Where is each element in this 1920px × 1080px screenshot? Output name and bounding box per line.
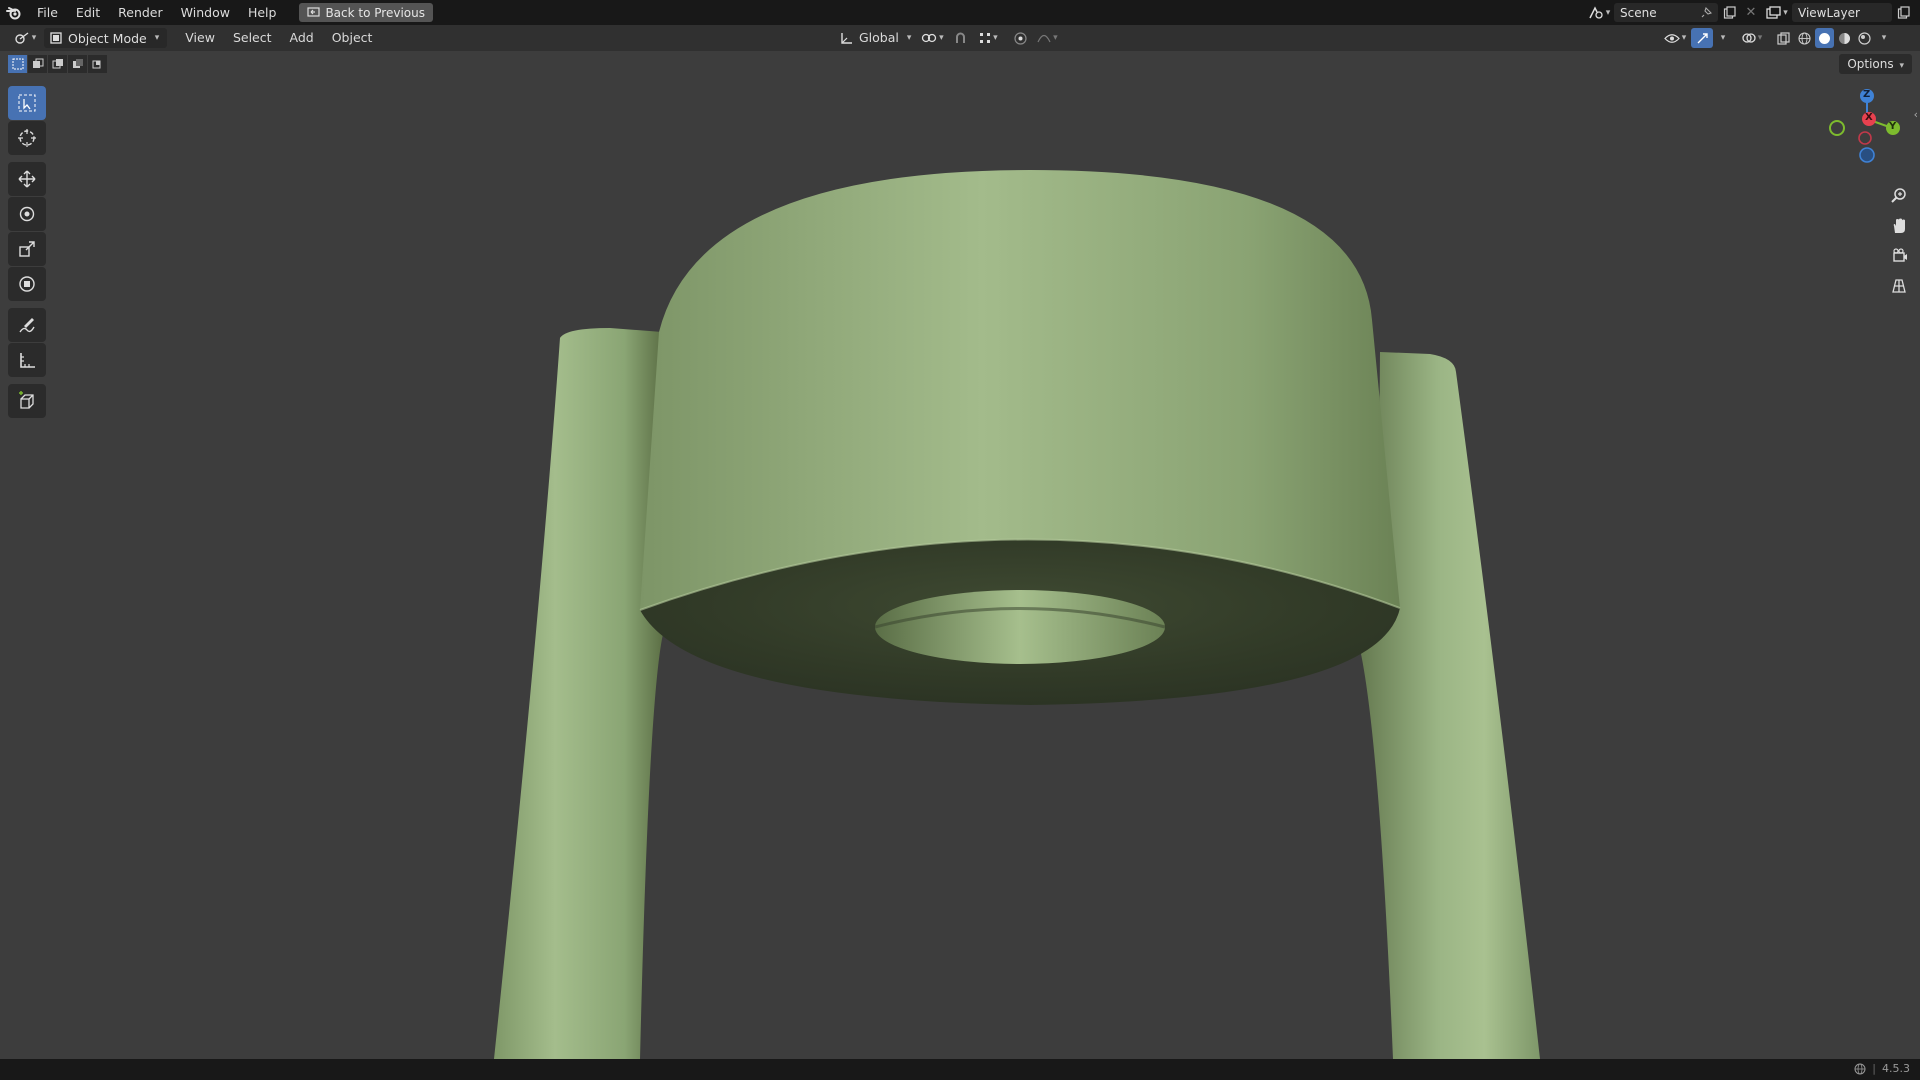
view-layer-name: ViewLayer <box>1798 5 1860 20</box>
version-label: 4.5.3 <box>1882 1062 1910 1075</box>
select-extend-icon[interactable] <box>28 55 47 73</box>
shading-rendered-icon[interactable] <box>1855 28 1874 48</box>
snap-target-icon[interactable]: ▾ <box>973 28 1003 48</box>
scene-type-icon[interactable]: ▾ <box>1584 3 1614 23</box>
menu-help[interactable]: Help <box>239 0 286 25</box>
chevron-down-icon: ▾ <box>154 33 160 43</box>
menu-edit[interactable]: Edit <box>67 0 109 25</box>
pan-hand-icon[interactable] <box>1886 213 1912 239</box>
perspective-grid-icon[interactable] <box>1886 273 1912 299</box>
scene-selector: ▾ Scene ✕ <box>1584 3 1762 22</box>
xray-toggle-icon[interactable] <box>1772 28 1794 48</box>
snap-toggle-icon[interactable] <box>949 28 971 48</box>
rotate-tool-icon[interactable] <box>8 197 46 231</box>
tool-shelf <box>8 86 46 419</box>
back-to-previous-button[interactable]: Back to Previous <box>299 3 433 22</box>
new-scene-icon[interactable] <box>1718 3 1740 23</box>
select-subtract-icon[interactable] <box>48 55 67 73</box>
shading-solid-icon[interactable] <box>1815 28 1834 48</box>
menu-window[interactable]: Window <box>172 0 239 25</box>
viewport-model <box>494 170 1540 1059</box>
version-info: | 4.5.3 <box>1854 1062 1910 1075</box>
select-box-tool-icon[interactable] <box>8 86 46 120</box>
new-view-layer-icon[interactable] <box>1892 3 1914 23</box>
move-tool-icon[interactable] <box>8 162 46 196</box>
gizmo-dropdown-icon[interactable]: ▾ <box>1714 28 1730 48</box>
object-mode-label: Object Mode <box>68 30 147 46</box>
object-mode-dropdown[interactable]: Object Mode ▾ <box>44 28 168 48</box>
shading-dropdown-icon[interactable]: ▾ <box>1875 28 1891 48</box>
falloff-curve-icon[interactable]: ▾ <box>1033 28 1061 48</box>
options-dropdown[interactable]: Options ▾ <box>1839 54 1912 74</box>
cursor-tool-icon[interactable] <box>8 121 46 155</box>
network-globe-icon <box>1854 1063 1866 1074</box>
scale-tool-icon[interactable] <box>8 232 46 266</box>
shading-material-icon[interactable] <box>1835 28 1854 48</box>
menu-render[interactable]: Render <box>109 0 172 25</box>
add-cube-tool-icon[interactable] <box>8 384 46 418</box>
scene-name-field[interactable]: Scene <box>1614 3 1718 22</box>
gizmo-z-label: Z <box>1863 89 1871 100</box>
shading-wireframe-icon[interactable] <box>1795 28 1814 48</box>
menu-file[interactable]: File <box>28 0 67 25</box>
menu-view[interactable]: View <box>177 28 223 48</box>
status-bar: | 4.5.3 <box>0 1059 1920 1080</box>
blender-logo-icon[interactable] <box>0 0 28 25</box>
delete-view-layer-icon[interactable]: ✕ <box>1914 3 1920 23</box>
overlays-icon[interactable]: ▾ <box>1737 28 1767 48</box>
visibility-eye-icon[interactable]: ▾ <box>1660 28 1690 48</box>
pivot-point-icon[interactable]: ▾ <box>917 28 947 48</box>
menu-add[interactable]: Add <box>282 28 322 48</box>
transform-orientation-dropdown[interactable]: Global ▾ <box>836 28 915 48</box>
delete-scene-icon[interactable]: ✕ <box>1740 3 1762 23</box>
screen-back-icon <box>307 7 321 17</box>
gizmo-y-label: Y <box>1889 121 1897 132</box>
camera-view-icon[interactable] <box>1886 243 1912 269</box>
object-mode-icon <box>50 32 62 44</box>
menu-select[interactable]: Select <box>225 28 280 48</box>
zoom-icon[interactable] <box>1886 183 1912 209</box>
annotate-tool-icon[interactable] <box>8 308 46 342</box>
back-to-previous-label: Back to Previous <box>325 5 425 20</box>
view-layer-selector: ▾ ViewLayer ✕ <box>1762 3 1920 22</box>
selection-mode-group <box>8 55 107 73</box>
transform-orientation-label: Global <box>859 30 899 45</box>
editor-type-icon[interactable]: ▾ <box>8 28 42 48</box>
sidebar-toggle-icon[interactable]: ‹ <box>1914 108 1918 121</box>
select-new-icon[interactable] <box>8 55 27 73</box>
view-layer-type-icon[interactable]: ▾ <box>1762 3 1792 23</box>
menu-object[interactable]: Object <box>324 28 381 48</box>
select-intersect-icon[interactable] <box>88 55 107 73</box>
scene-name: Scene <box>1620 5 1657 20</box>
pin-icon[interactable] <box>1701 7 1712 18</box>
orientation-axes-icon <box>841 32 852 44</box>
gizmo-toggle-icon[interactable] <box>1691 28 1713 48</box>
view-layer-name-field[interactable]: ViewLayer <box>1792 3 1892 22</box>
transform-tool-icon[interactable] <box>8 267 46 301</box>
viewport-header: ▾ Object Mode ▾ View Select Add Object G… <box>0 25 1920 51</box>
measure-tool-icon[interactable] <box>8 343 46 377</box>
select-invert-icon[interactable] <box>68 55 87 73</box>
navigation-gizmo[interactable]: Z Y X <box>1820 88 1910 178</box>
3d-viewport[interactable]: Options ▾ Z Y X ‹ <box>0 51 1920 1059</box>
gizmo-x-label: X <box>1865 112 1873 123</box>
proportional-editing-icon[interactable] <box>1009 28 1031 48</box>
options-label: Options <box>1847 57 1894 71</box>
top-menu-bar: File Edit Render Window Help Back to Pre… <box>0 0 1920 25</box>
